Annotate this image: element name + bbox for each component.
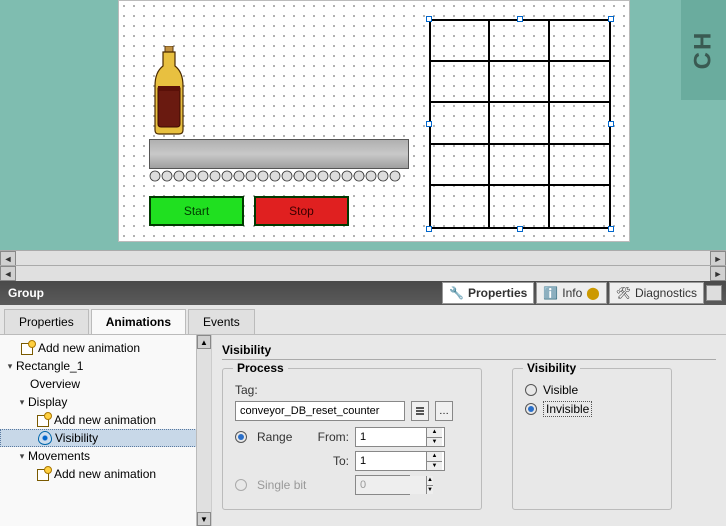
visible-label: Visible bbox=[543, 383, 578, 397]
collapse-icon[interactable]: ▾ bbox=[16, 397, 28, 408]
detail-heading: Visibility bbox=[222, 343, 716, 357]
resize-handle[interactable] bbox=[426, 121, 432, 127]
collapse-icon[interactable]: ▾ bbox=[4, 361, 16, 372]
from-input[interactable] bbox=[356, 428, 426, 446]
radio-visible[interactable] bbox=[525, 384, 537, 396]
tree-rectangle-1[interactable]: ▾Rectangle_1 bbox=[0, 357, 211, 375]
subtab-events[interactable]: Events bbox=[188, 309, 255, 334]
properties-icon: 🔧 bbox=[449, 286, 464, 300]
spin-down-icon[interactable]: ▼ bbox=[426, 438, 442, 447]
hmi-screen[interactable]: Start Stop bbox=[118, 0, 630, 242]
to-label: To: bbox=[313, 454, 349, 468]
inspector-tab-diagnostics[interactable]: 🛠 Diagnostics bbox=[609, 282, 704, 304]
stop-button[interactable]: Stop bbox=[254, 196, 349, 226]
spin-up-icon[interactable]: ▲ bbox=[426, 428, 442, 438]
from-label: From: bbox=[313, 430, 349, 444]
invisible-label: Invisible bbox=[543, 401, 592, 417]
scroll-right-icon[interactable]: ► bbox=[710, 266, 726, 281]
radio-single-bit[interactable] bbox=[235, 479, 247, 491]
resize-handle[interactable] bbox=[608, 16, 614, 22]
outer-hscrollbar[interactable]: ◄ ► bbox=[0, 265, 726, 281]
detail-pane: Visibility Process Tag: … Range From: bbox=[212, 335, 726, 526]
add-animation-icon bbox=[37, 467, 51, 481]
resize-handle[interactable] bbox=[426, 226, 432, 232]
to-input[interactable] bbox=[356, 452, 426, 470]
scroll-left-icon[interactable]: ◄ bbox=[0, 251, 16, 265]
info-icon: ℹ️ bbox=[543, 286, 558, 300]
single-bit-label: Single bit bbox=[257, 478, 307, 492]
tree-add-animation[interactable]: Add new animation bbox=[0, 339, 211, 357]
resize-handle[interactable] bbox=[426, 16, 432, 22]
scroll-up-icon[interactable]: ▲ bbox=[197, 335, 211, 349]
radio-invisible[interactable] bbox=[525, 403, 537, 415]
bottle-graphic[interactable] bbox=[149, 46, 189, 136]
spin-up-icon[interactable]: ▲ bbox=[426, 452, 442, 462]
tree-display[interactable]: ▾Display bbox=[0, 393, 211, 411]
from-spinner[interactable]: ▲▼ bbox=[355, 427, 445, 447]
subtab-properties[interactable]: Properties bbox=[4, 309, 89, 334]
add-animation-icon bbox=[37, 413, 51, 427]
editor-canvas-area: CH Start Stop bbox=[0, 0, 726, 265]
diagnostics-icon: 🛠 bbox=[616, 286, 631, 300]
scroll-down-icon[interactable]: ▼ bbox=[197, 512, 211, 526]
visibility-group: Visibility Visible Invisible bbox=[512, 368, 672, 510]
single-bit-spinner: ▲▼ bbox=[355, 475, 410, 495]
tree-movements[interactable]: ▾Movements bbox=[0, 447, 211, 465]
resize-handle[interactable] bbox=[608, 226, 614, 232]
conveyor-belt[interactable] bbox=[149, 139, 409, 169]
process-group: Process Tag: … Range From: ▲▼ To: bbox=[222, 368, 482, 510]
right-band: CH bbox=[681, 0, 726, 100]
tag-list-button[interactable] bbox=[411, 401, 429, 421]
add-animation-icon bbox=[21, 341, 35, 355]
scroll-right-icon[interactable]: ► bbox=[710, 251, 726, 265]
resize-handle[interactable] bbox=[517, 16, 523, 22]
tag-browse-button[interactable]: … bbox=[435, 401, 453, 421]
sub-tab-strip: Properties Animations Events bbox=[0, 305, 726, 335]
inspector-header: Group 🔧 Properties ℹ️ Info ⬤ 🛠 Diagnosti… bbox=[0, 281, 726, 305]
single-bit-input bbox=[356, 476, 426, 494]
range-label: Range bbox=[257, 430, 307, 444]
inspector-tab-info[interactable]: ℹ️ Info ⬤ bbox=[536, 282, 606, 304]
inspector-collapse-button[interactable] bbox=[706, 285, 722, 301]
collapse-icon[interactable]: ▾ bbox=[16, 451, 28, 462]
selected-grid-group[interactable] bbox=[429, 19, 611, 229]
tree-add-animation[interactable]: Add new animation bbox=[0, 465, 211, 483]
tree-visibility[interactable]: Visibility bbox=[0, 429, 211, 447]
canvas-hscrollbar[interactable]: ◄ ► bbox=[0, 250, 726, 265]
resize-handle[interactable] bbox=[517, 226, 523, 232]
radio-range[interactable] bbox=[235, 431, 247, 443]
inspector-tab-properties[interactable]: 🔧 Properties bbox=[442, 282, 534, 304]
scroll-left-icon[interactable]: ◄ bbox=[0, 266, 16, 281]
start-button[interactable]: Start bbox=[149, 196, 244, 226]
visibility-legend: Visibility bbox=[523, 361, 580, 375]
animation-tree: Add new animation ▾Rectangle_1 Overview … bbox=[0, 335, 212, 526]
tag-input[interactable] bbox=[235, 401, 405, 421]
process-legend: Process bbox=[233, 361, 288, 375]
tag-label: Tag: bbox=[235, 383, 258, 397]
eye-icon bbox=[38, 431, 52, 445]
tree-scrollbar[interactable]: ▲ ▼ bbox=[196, 335, 211, 526]
to-spinner[interactable]: ▲▼ bbox=[355, 451, 445, 471]
spin-up-icon: ▲ bbox=[426, 476, 433, 486]
spin-down-icon: ▼ bbox=[426, 486, 433, 495]
conveyor-rollers bbox=[149, 170, 409, 182]
resize-handle[interactable] bbox=[608, 121, 614, 127]
tree-add-animation[interactable]: Add new animation bbox=[0, 411, 211, 429]
warning-icon: ⬤ bbox=[586, 286, 599, 300]
tree-overview[interactable]: Overview bbox=[0, 375, 211, 393]
subtab-animations[interactable]: Animations bbox=[91, 309, 186, 334]
spin-down-icon[interactable]: ▼ bbox=[426, 462, 442, 471]
